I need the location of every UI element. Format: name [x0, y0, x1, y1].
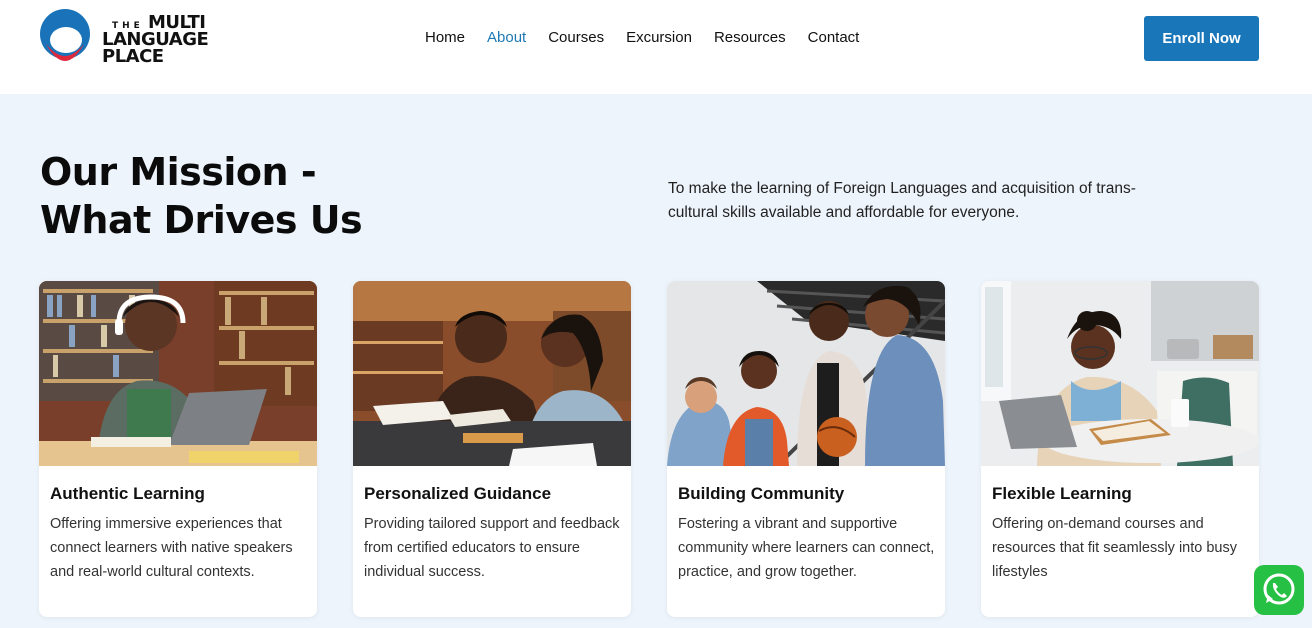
- mission-statement: To make the learning of Foreign Language…: [668, 180, 1136, 221]
- brand-logo[interactable]: THE MULTI LANGUAGE PLACE: [38, 6, 218, 72]
- card-title: Authentic Learning: [50, 484, 205, 503]
- card-title: Personalized Guidance: [364, 484, 552, 503]
- nav-home[interactable]: Home: [425, 29, 465, 46]
- nav-excursion[interactable]: Excursion: [626, 29, 692, 46]
- enroll-now-button[interactable]: Enroll Now: [1144, 16, 1259, 61]
- card-description: Providing tailored support and feedback …: [364, 516, 620, 580]
- nav-about[interactable]: About: [487, 29, 526, 46]
- site-header: THE MULTI LANGUAGE PLACE Home About Cour…: [0, 0, 1312, 94]
- mission-title-line2: What Drives Us: [40, 198, 363, 242]
- mission-title: Our Mission - What Drives Us: [40, 148, 460, 244]
- card-title: Flexible Learning: [992, 484, 1132, 503]
- circle-logo-icon: [40, 9, 90, 61]
- whatsapp-icon: [1263, 573, 1295, 605]
- brand-line3: PLACE: [102, 46, 164, 67]
- nav-courses[interactable]: Courses: [548, 29, 604, 46]
- feature-card-authentic-learning: Authentic Learning Offering immersive ex…: [39, 281, 317, 617]
- whatsapp-button[interactable]: [1254, 565, 1304, 615]
- card-title: Building Community: [678, 484, 845, 503]
- nav-contact[interactable]: Contact: [808, 29, 860, 46]
- card-description: Offering immersive experiences that conn…: [50, 516, 293, 580]
- feature-card-building-community: Building Community Fostering a vibrant a…: [667, 281, 945, 617]
- nav-resources[interactable]: Resources: [714, 29, 786, 46]
- group-of-friends-stairs-photo: [667, 281, 945, 466]
- student-laptop-library-photo: [39, 281, 317, 466]
- feature-card-flexible-learning: Flexible Learning Offering on-demand cou…: [981, 281, 1259, 617]
- feature-card-personalized-guidance: Personalized Guidance Providing tailored…: [353, 281, 631, 617]
- tutor-helping-student-photo: [353, 281, 631, 466]
- mission-title-line1: Our Mission -: [40, 150, 317, 194]
- card-description: Offering on-demand courses and resources…: [992, 516, 1237, 580]
- woman-studying-kitchen-photo: [981, 281, 1259, 466]
- card-description: Fostering a vibrant and supportive commu…: [678, 516, 935, 580]
- main-nav: Home About Courses Excursion Resources C…: [425, 29, 881, 46]
